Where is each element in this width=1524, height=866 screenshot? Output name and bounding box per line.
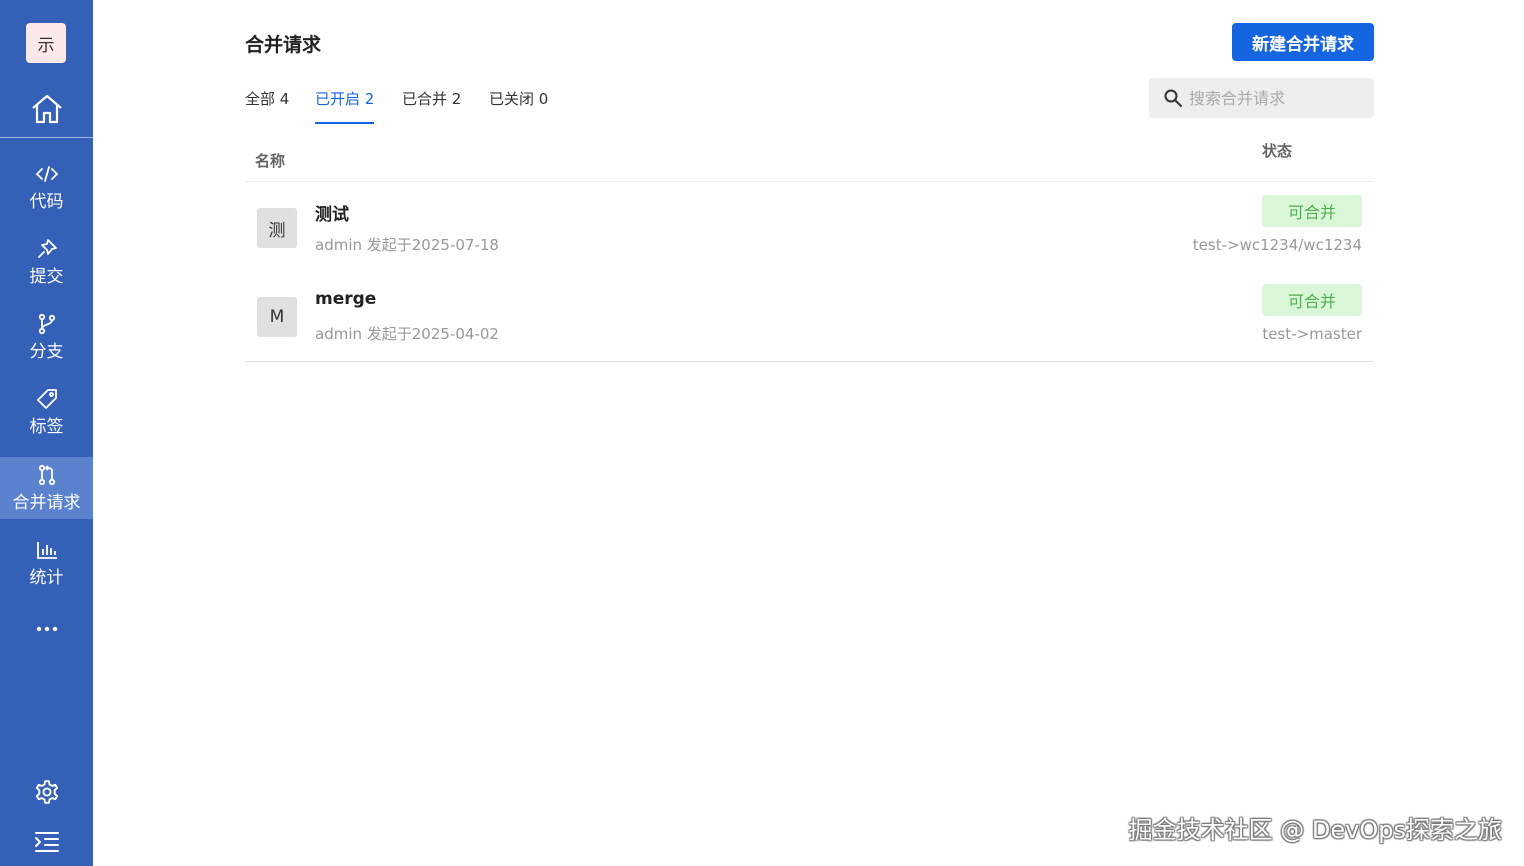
- sidebar: 示 代码 提交 分支 标签 合并请求 统计: [0, 0, 93, 866]
- new-merge-request-button[interactable]: 新建合并请求: [1232, 23, 1374, 61]
- collapse-sidebar-button[interactable]: [0, 826, 93, 858]
- sidebar-item-label: 统计: [29, 567, 64, 588]
- table-bottom-divider: [245, 361, 1374, 362]
- merge-request-title[interactable]: merge: [315, 289, 376, 309]
- project-logo[interactable]: 示: [26, 23, 66, 63]
- tab-open[interactable]: 已开启 2: [315, 86, 375, 124]
- status-badge: 可合并: [1262, 284, 1362, 316]
- sidebar-item-branch[interactable]: 分支: [0, 306, 93, 368]
- indent-menu-icon: [34, 832, 59, 852]
- merge-request-meta: admin 发起于2025-07-18: [315, 236, 499, 254]
- branch-info: test->wc1234/wc1234: [1192, 236, 1362, 254]
- bar-chart-icon: [36, 539, 58, 561]
- code-icon: [35, 163, 59, 185]
- table-row[interactable]: M merge admin 发起于2025-04-02 可合并 test->ma…: [245, 271, 1374, 361]
- merge-request-title[interactable]: 测试: [315, 200, 349, 225]
- status-badge: 可合并: [1262, 195, 1362, 227]
- sidebar-item-commit[interactable]: 提交: [0, 231, 93, 293]
- pin-icon: [36, 238, 58, 260]
- tab-all[interactable]: 全部 4: [245, 86, 289, 122]
- settings-button[interactable]: [0, 776, 93, 808]
- logo-text: 示: [37, 35, 55, 56]
- merge-request-meta: admin 发起于2025-04-02: [315, 325, 499, 343]
- sidebar-item-label: 提交: [29, 266, 64, 287]
- sidebar-item-merge-request[interactable]: 合并请求: [0, 457, 93, 519]
- tab-closed[interactable]: 已关闭 0: [489, 86, 548, 122]
- avatar: M: [257, 297, 297, 337]
- column-header-status: 状态: [1262, 142, 1293, 160]
- sidebar-item-label: 分支: [29, 341, 64, 362]
- sidebar-item-tag[interactable]: 标签: [0, 381, 93, 443]
- sidebar-item-label: 标签: [29, 416, 64, 437]
- sidebar-divider: [0, 137, 93, 138]
- sidebar-item-label: 合并请求: [12, 492, 81, 513]
- search-input[interactable]: [1187, 87, 1371, 109]
- more-button[interactable]: [0, 614, 93, 644]
- search-icon: [1163, 88, 1183, 108]
- table-row[interactable]: 测 测试 admin 发起于2025-07-18 可合并 test->wc123…: [245, 182, 1374, 272]
- more-icon: [36, 626, 57, 632]
- tag-icon: [36, 388, 58, 410]
- gear-icon: [35, 780, 58, 804]
- home-button[interactable]: [0, 80, 93, 137]
- merge-request-icon: [36, 464, 58, 486]
- sidebar-item-stats[interactable]: 统计: [0, 532, 93, 594]
- sidebar-item-label: 代码: [29, 191, 64, 212]
- watermark: 掘金技术社区 @ DevOps探索之旅: [1128, 816, 1502, 844]
- page-title: 合并请求: [245, 34, 322, 56]
- tab-merged[interactable]: 已合并 2: [402, 86, 461, 122]
- column-header-name: 名称: [255, 152, 286, 170]
- branch-info: test->master: [1262, 325, 1362, 343]
- search-box: [1149, 78, 1374, 118]
- sidebar-item-code[interactable]: 代码: [0, 156, 93, 218]
- avatar: 测: [257, 208, 297, 248]
- branch-icon: [36, 313, 58, 335]
- home-icon: [31, 94, 62, 123]
